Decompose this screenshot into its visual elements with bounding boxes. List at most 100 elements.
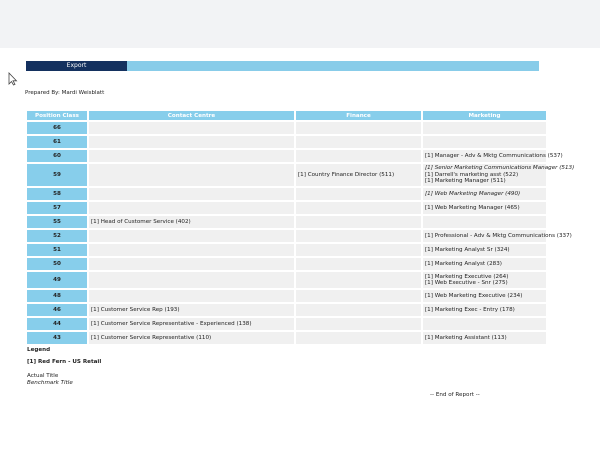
- marketing-cell: [1] Senior Marketing Communications Mana…: [423, 164, 575, 186]
- finance-cell: [296, 202, 421, 214]
- table-row: 51 [1] Marketing Analyst Sr (324): [27, 244, 546, 256]
- position-entry: [1] Marketing Analyst (283): [425, 260, 502, 267]
- marketing-cell: [423, 216, 546, 228]
- table-row: 44 [1] Customer Service Representative - …: [27, 318, 546, 330]
- table-row: 58 [1] Web Marketing Manager (490): [27, 188, 546, 200]
- legend-actual-title: Actual Title: [27, 373, 59, 379]
- marketing-cell: [1] Web Marketing Manager (490): [423, 188, 546, 200]
- finance-cell: [296, 304, 421, 316]
- contact-cell: [1] Customer Service Representative - Ex…: [89, 318, 294, 330]
- position-entry: [1] Web Marketing Executive (234): [425, 292, 523, 299]
- marketing-cell: [1] Professional - Adv & Mktg Communicat…: [423, 230, 572, 242]
- legend-entry: [1] Red Fern - US Retail: [27, 359, 102, 365]
- position-class-cell: 60: [27, 150, 87, 162]
- position-class-cell: 52: [27, 230, 87, 242]
- table-row: 66: [27, 122, 546, 134]
- table-row: 60 [1] Manager - Adv & Mktg Communication…: [27, 150, 563, 162]
- position-class-cell: 48: [27, 290, 87, 302]
- table-row: 59 [1] Country Finance Director (511) [1] …: [27, 164, 575, 186]
- position-class-cell: 59: [27, 164, 87, 186]
- finance-cell: [296, 122, 421, 134]
- contact-cell: [89, 164, 294, 186]
- contact-cell: [89, 258, 294, 270]
- contact-cell: [1] Customer Service Representative (110…: [89, 332, 294, 344]
- contact-cell: [1] Head of Customer Service (402): [89, 216, 294, 228]
- marketing-cell: [1] Marketing Executive (264) [1] Web Exe…: [423, 272, 546, 288]
- finance-cell: [296, 244, 421, 256]
- end-of-report: -- End of Report --: [430, 392, 480, 398]
- finance-cell: [296, 318, 421, 330]
- export-button[interactable]: Export: [26, 61, 127, 71]
- table-row: 52 [1] Professional - Adv & Mktg Communic…: [27, 230, 572, 242]
- contact-cell: [89, 136, 294, 148]
- header-marketing: Marketing: [423, 111, 546, 120]
- position-entry: [1] Marketing Exec - Entry (178): [425, 306, 515, 313]
- marketing-cell: [1] Marketing Analyst (283): [423, 258, 546, 270]
- contact-cell: [89, 290, 294, 302]
- marketing-cell: [1] Web Marketing Executive (234): [423, 290, 546, 302]
- position-class-cell: 61: [27, 136, 87, 148]
- position-class-cell: 57: [27, 202, 87, 214]
- finance-cell: [296, 150, 421, 162]
- position-class-table: Position Class Contact Centre Finance Ma…: [25, 109, 575, 346]
- position-entry: [1] Manager - Adv & Mktg Communications …: [425, 152, 563, 159]
- table-row: 48 [1] Web Marketing Executive (234): [27, 290, 546, 302]
- header-finance: Finance: [296, 111, 421, 120]
- header-position-class: Position Class: [27, 111, 87, 120]
- position-entry: [1] Web Marketing Manager (465): [425, 204, 520, 211]
- position-entry: [1] Professional - Adv & Mktg Communicat…: [425, 232, 572, 239]
- finance-cell: [296, 272, 421, 288]
- position-entry: [1] Web Marketing Manager (490): [425, 190, 521, 197]
- position-entry: [1] Marketing Manager (511): [425, 178, 506, 185]
- top-band: [0, 0, 600, 48]
- table-row: 49 [1] Marketing Executive (264) [1] Web E…: [27, 272, 546, 288]
- position-entry: [1] Web Executive - Snr (275): [425, 280, 508, 286]
- table-row: 61: [27, 136, 546, 148]
- contact-cell: [89, 244, 294, 256]
- marketing-cell: [1] Web Marketing Manager (465): [423, 202, 546, 214]
- contact-cell: [1] Customer Service Rep (193): [89, 304, 294, 316]
- position-class-cell: 46: [27, 304, 87, 316]
- prepared-by: Prepared By: Mardi Weisblatt: [25, 90, 105, 96]
- marketing-cell: [423, 122, 546, 134]
- finance-cell: [1] Country Finance Director (511): [296, 164, 421, 186]
- finance-cell: [296, 188, 421, 200]
- finance-cell: [296, 332, 421, 344]
- position-entry: [1] Customer Service Representative - Ex…: [91, 320, 252, 327]
- position-entry: [1] Customer Service Rep (193): [91, 306, 180, 313]
- position-class-cell: 50: [27, 258, 87, 270]
- contact-cell: [89, 122, 294, 134]
- marketing-cell: [423, 136, 546, 148]
- marketing-cell: [1] Marketing Analyst Sr (324): [423, 244, 546, 256]
- position-entry: [1] Marketing Assistant (113): [425, 334, 507, 341]
- position-class-cell: 44: [27, 318, 87, 330]
- finance-cell: [296, 230, 421, 242]
- finance-cell: [296, 258, 421, 270]
- mouse-cursor-icon: [8, 72, 18, 86]
- position-entry: [1] Head of Customer Service (402): [91, 218, 191, 225]
- legend-benchmark-title: Benchmark Title: [27, 380, 73, 386]
- contact-cell: [89, 230, 294, 242]
- position-class-cell: 66: [27, 122, 87, 134]
- marketing-cell: [423, 318, 546, 330]
- position-class-cell: 55: [27, 216, 87, 228]
- header-contact-centre: Contact Centre: [89, 111, 294, 120]
- table-row: 57 [1] Web Marketing Manager (465): [27, 202, 546, 214]
- position-class-cell: 43: [27, 332, 87, 344]
- marketing-cell: [1] Manager - Adv & Mktg Communications …: [423, 150, 563, 162]
- table-body: 66 61 60 [1] Manager - Adv & Mktg Communica…: [27, 122, 575, 344]
- contact-cell: [89, 272, 294, 288]
- contact-cell: [89, 188, 294, 200]
- position-entry: [1] Senior Marketing Communications Mana…: [425, 165, 575, 172]
- position-entry: [1] Customer Service Representative (110…: [91, 334, 212, 341]
- contact-cell: [89, 150, 294, 162]
- position-entry: [1] Country Finance Director (511): [298, 171, 395, 178]
- position-class-cell: 49: [27, 272, 87, 288]
- position-entry: [1] Marketing Analyst Sr (324): [425, 246, 510, 253]
- table-row: 55 [1] Head of Customer Service (402): [27, 216, 546, 228]
- finance-cell: [296, 290, 421, 302]
- marketing-cell: [1] Marketing Assistant (113): [423, 332, 546, 344]
- legend-title: Legend: [27, 347, 51, 353]
- finance-cell: [296, 136, 421, 148]
- table-row: 50 [1] Marketing Analyst (283): [27, 258, 546, 270]
